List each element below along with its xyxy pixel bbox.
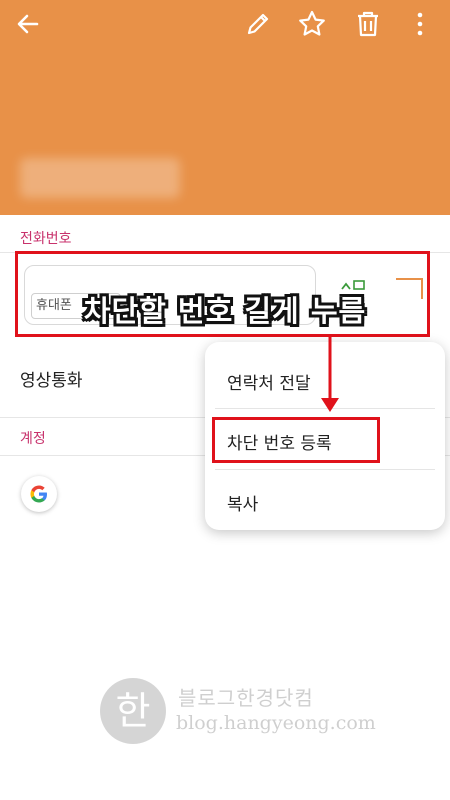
watermark-title: 블로그한경닷컴 bbox=[178, 686, 314, 710]
watermark-url: blog.hangyeong.com bbox=[176, 712, 376, 734]
instruction-caption: 차단할 번호 길게 누름 bbox=[83, 294, 367, 328]
watermark-logo-char: 한 bbox=[115, 689, 151, 733]
pencil-icon[interactable] bbox=[242, 8, 274, 40]
section-label-phone: 전화번호 bbox=[20, 231, 72, 247]
arrow-down-icon bbox=[318, 336, 342, 416]
more-vertical-icon[interactable] bbox=[404, 8, 436, 40]
video-call-label[interactable]: 영상통화 bbox=[20, 366, 83, 391]
section-label-account: 계정 bbox=[20, 431, 46, 447]
trash-icon[interactable] bbox=[352, 8, 384, 40]
blurred-contact-name bbox=[20, 158, 180, 198]
star-icon[interactable] bbox=[296, 8, 328, 40]
watermark: 한 블로그한경닷컴 blog.hangyeong.com bbox=[100, 678, 400, 748]
highlight-box-block bbox=[212, 417, 380, 463]
menu-item-share-contact[interactable]: 연락처 전달 bbox=[227, 369, 311, 394]
watermark-logo: 한 bbox=[100, 678, 166, 744]
menu-divider bbox=[215, 469, 435, 470]
contact-header bbox=[0, 0, 450, 215]
back-icon[interactable] bbox=[12, 8, 44, 40]
google-icon[interactable] bbox=[21, 476, 57, 512]
menu-item-copy[interactable]: 복사 bbox=[227, 490, 258, 515]
